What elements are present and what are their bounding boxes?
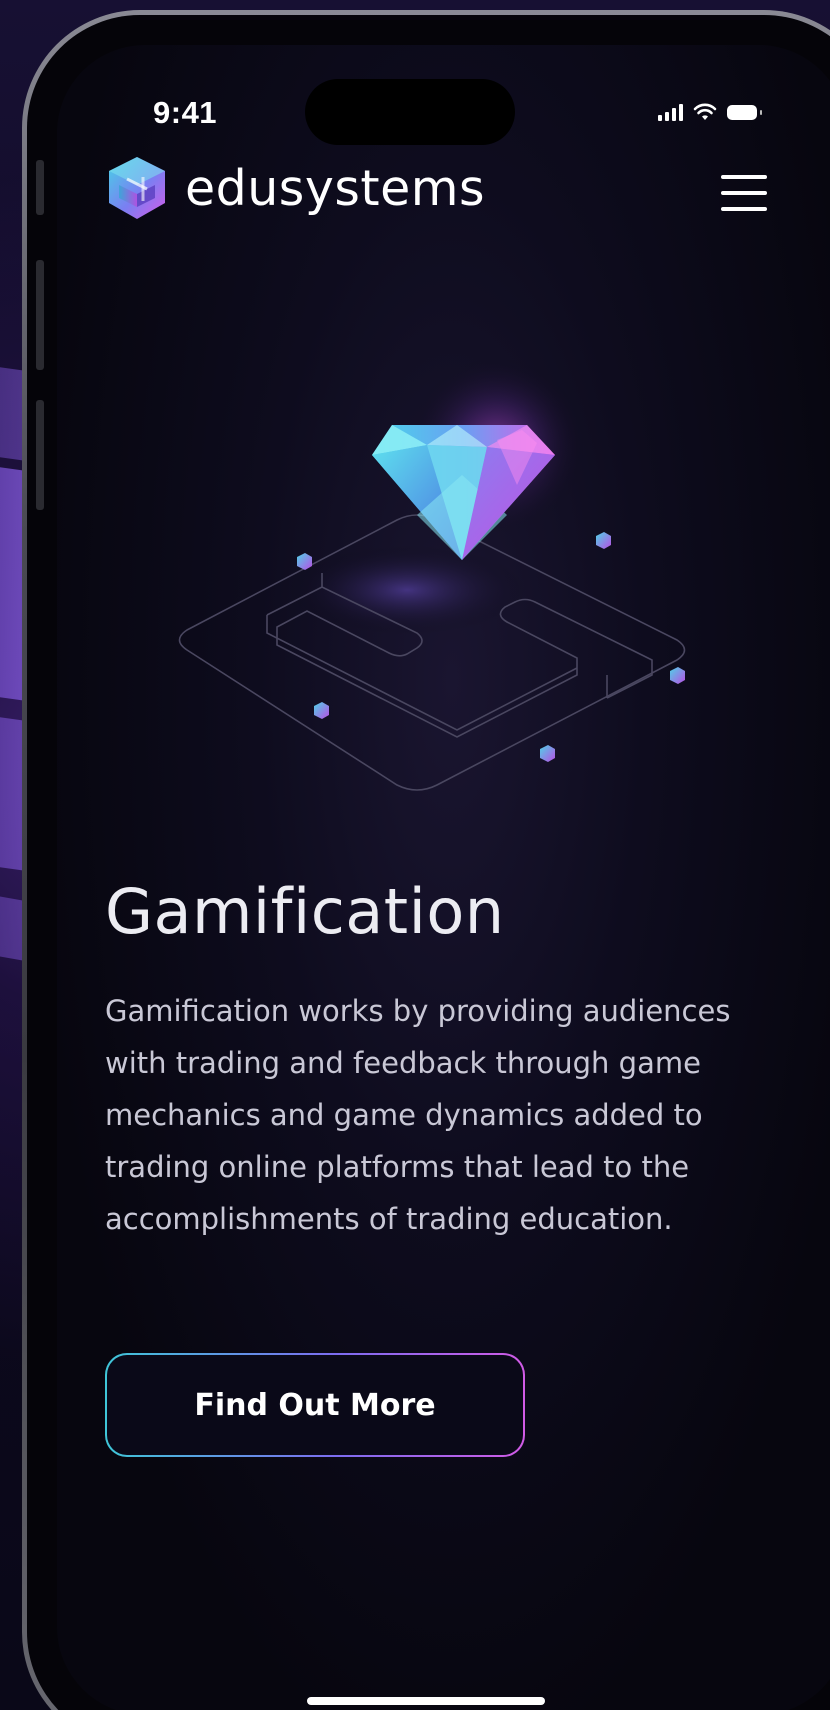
find-out-more-label: Find Out More [107,1355,523,1455]
find-out-more-button[interactable]: Find Out More [105,1353,525,1457]
battery-icon [727,104,762,120]
phone-screen: 9:41 edusystems Gamification Gamificatio… [57,45,830,1710]
page-description: Gamification works by providing audience… [105,994,731,1236]
wifi-icon [693,103,717,120]
dynamic-island [305,79,515,145]
hamburger-menu-icon[interactable] [721,175,767,211]
phone-volume-up-button [36,260,44,370]
status-time: 9:41 [153,95,218,130]
home-indicator[interactable] [307,1697,545,1705]
stage: 9:41 edusystems Gamification Gamificatio… [0,0,830,1710]
edusystems-logo-icon [109,157,165,219]
phone-bezel: 9:41 edusystems Gamification Gamificatio… [27,15,830,1710]
phone-frame: 9:41 edusystems Gamification Gamificatio… [22,10,830,1710]
cellular-signal-icon [658,103,683,121]
status-icons [658,103,762,121]
brand-name: edusystems [185,159,485,217]
phone-volume-down-button [36,400,44,510]
brand-logo[interactable]: edusystems [107,155,485,221]
page-title: Gamification [105,875,505,948]
diamond-on-isometric-platform-illustration [178,355,686,791]
phone-action-button [36,160,44,215]
